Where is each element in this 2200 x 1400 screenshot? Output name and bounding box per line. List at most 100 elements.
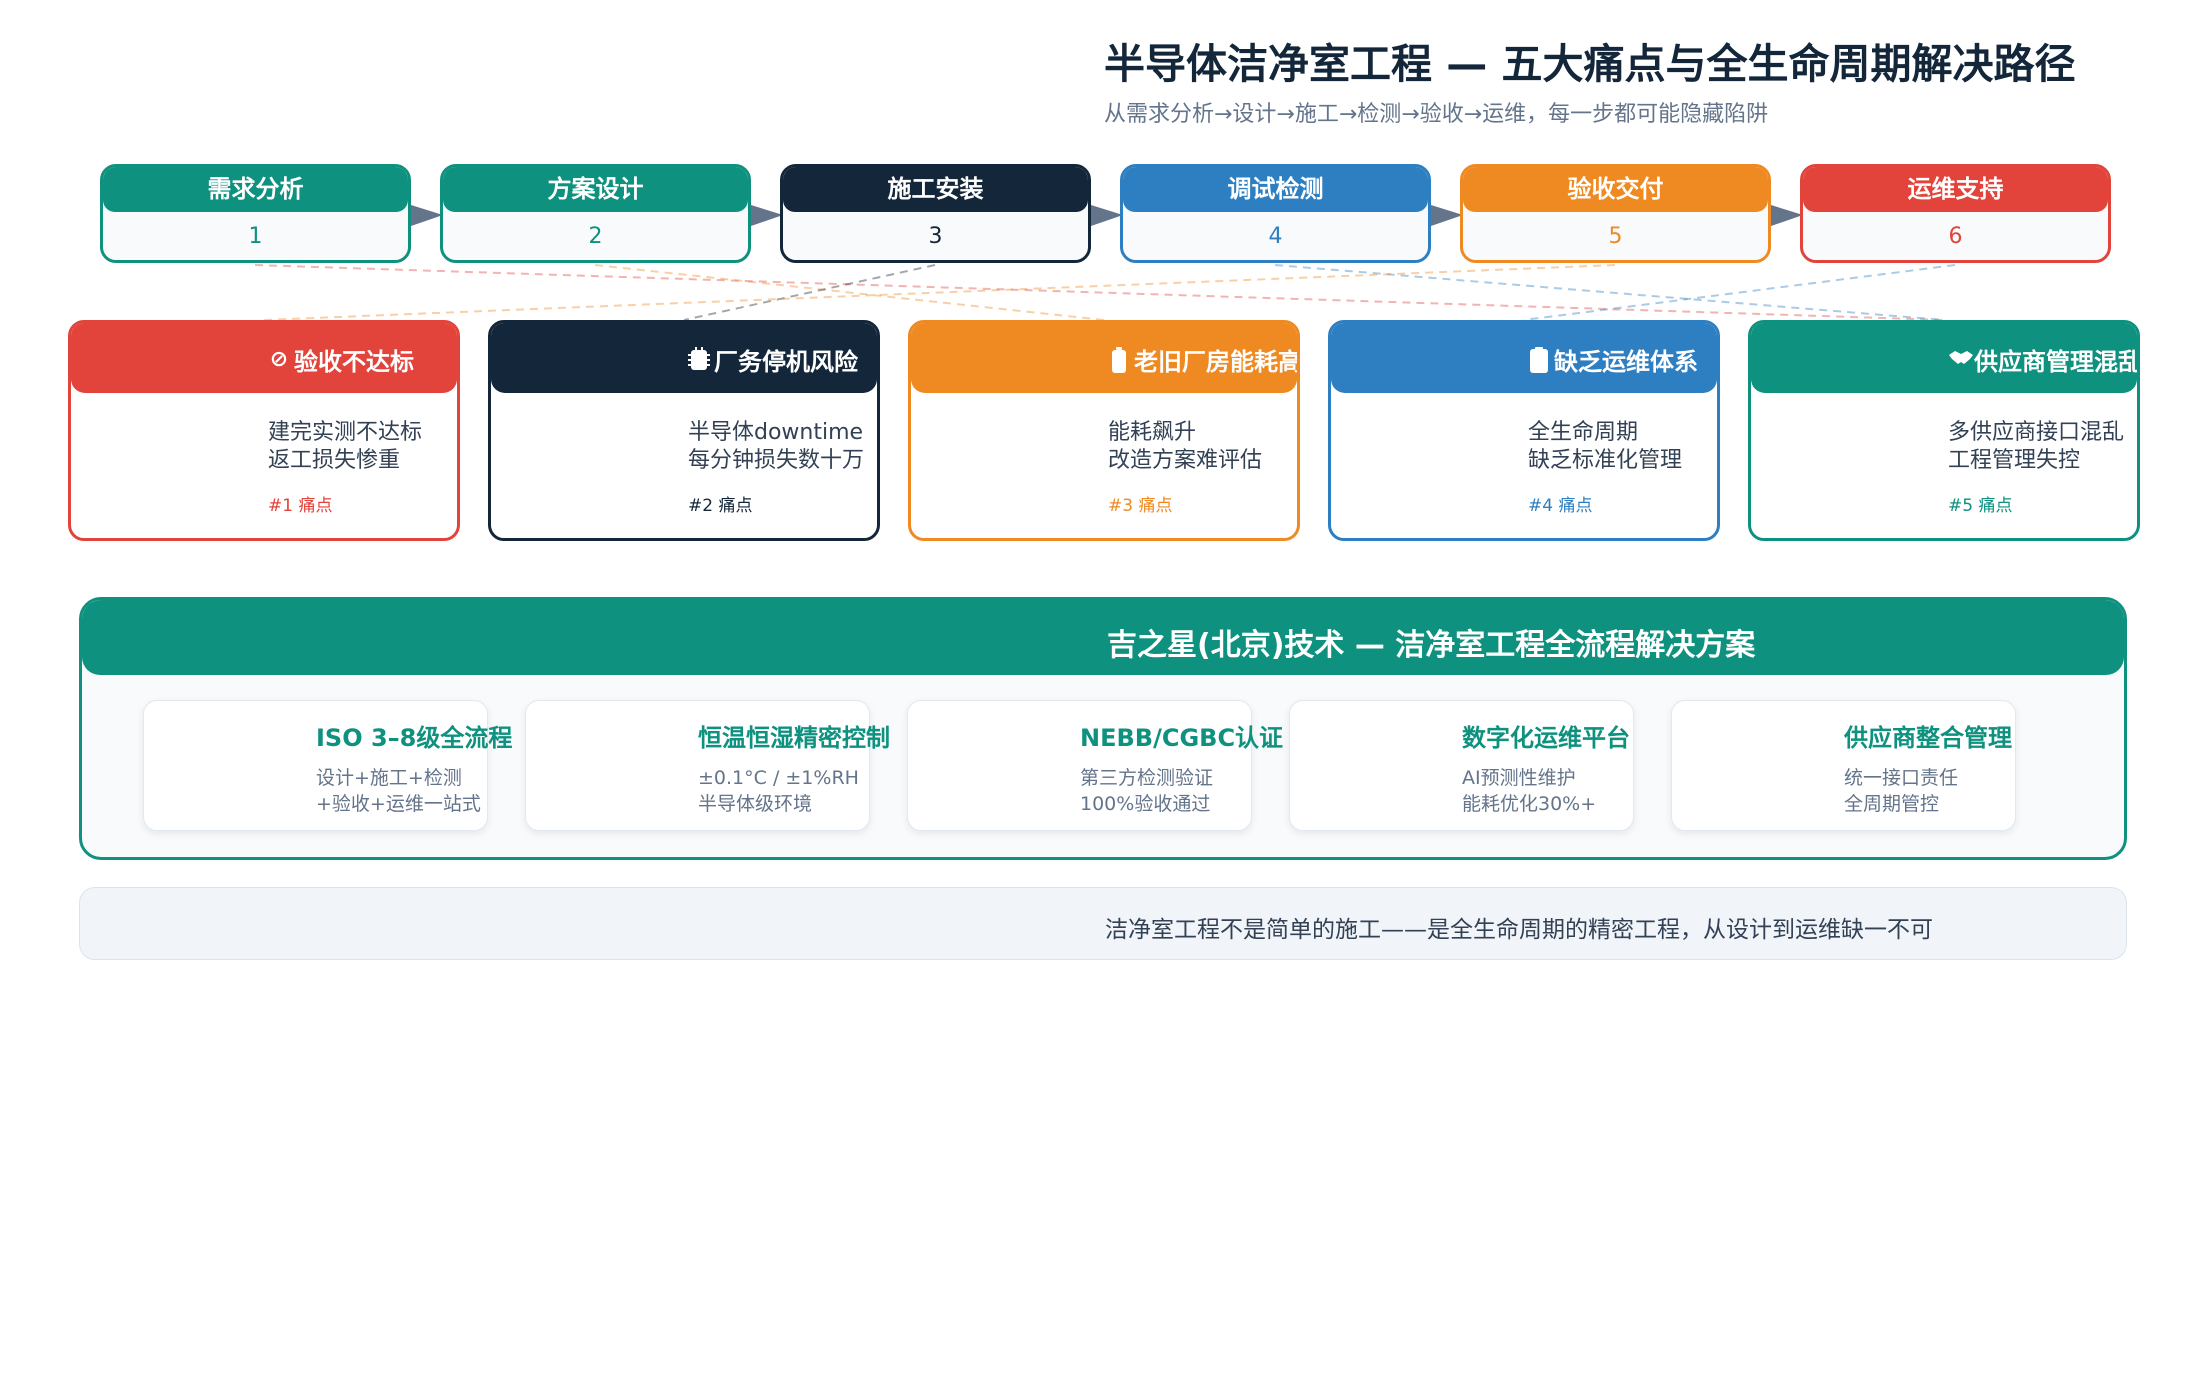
- pain-5-line1: 多供应商接口混乱: [1948, 420, 2125, 445]
- clipboard-icon: [1528, 346, 1550, 373]
- pain-1-line2: 返工损失惨重: [268, 448, 401, 473]
- solution-card-4-description: AI预测性维护 能耗优化30%+: [1462, 765, 1596, 817]
- step-6-number: 6: [1948, 224, 1963, 249]
- step-6-card: 运维支持 6: [1800, 164, 2111, 263]
- pain-connector-line: [1274, 264, 1945, 321]
- pain-card-4: 缺乏运维体系 全生命周期 缺乏标准化管理 #4 痛点: [1328, 320, 1720, 541]
- pain-1-description: 建完实测不达标 返工损失惨重: [268, 419, 422, 475]
- solution-card-2-description: ±0.1°C / ±1%RH 半导体级环境: [698, 765, 859, 817]
- step-5-card: 验收交付 5: [1460, 164, 1771, 263]
- footer-text: 洁净室工程不是简单的施工——是全生命周期的精密工程，从设计到运维缺一不可: [1105, 917, 1933, 943]
- solution-card-1-line2: +验收+运维一站式: [316, 793, 481, 815]
- step-arrow: [1771, 205, 1803, 226]
- step-arrow: [751, 205, 783, 226]
- pain-connector-line: [263, 264, 1616, 321]
- pain-5-description: 多供应商接口混乱 工程管理失控: [1948, 419, 2124, 475]
- step-3-header: 施工安装: [783, 167, 1088, 212]
- pain-2-description: 半导体downtime 每分钟损失数十万: [688, 419, 864, 475]
- pain-5-line2: 工程管理失控: [1948, 448, 2081, 473]
- pain-3-header: 老旧厂房能耗高: [911, 323, 1297, 393]
- solution-card-3-line2: 100%验收通过: [1080, 793, 1211, 815]
- pain-2-title: 厂务停机风险: [714, 348, 858, 376]
- pain-3-title: 老旧厂房能耗高: [1134, 348, 1300, 376]
- solution-card-4-title: 数字化运维平台: [1462, 724, 1630, 752]
- solution-card-3-description: 第三方检测验证 100%验收通过: [1080, 765, 1213, 817]
- step-6-header: 运维支持: [1803, 167, 2108, 212]
- solution-card-4-line1: AI预测性维护: [1462, 767, 1576, 789]
- solution-card-1: ISO 3–8级全流程 设计+施工+检测 +验收+运维一站式: [143, 700, 512, 831]
- solution-card-5-line1: 统一接口责任: [1844, 767, 1959, 789]
- step-4-number: 4: [1268, 224, 1283, 249]
- solution-card-2-title: 恒温恒湿精密控制: [698, 724, 890, 752]
- solution-card-1-description: 设计+施工+检测 +验收+运维一站式: [316, 765, 481, 817]
- solution-card-1-title: ISO 3–8级全流程: [316, 724, 513, 752]
- handshake-icon: [1948, 347, 1973, 373]
- solution-card-3: NEBB/CGBC认证 第三方检测验证 100%验收通过: [907, 700, 1283, 831]
- solution-title: 吉之星(北京)技术 — 洁净室工程全流程解决方案: [1107, 628, 1756, 663]
- solution-panel: 吉之星(北京)技术 — 洁净室工程全流程解决方案 ISO 3–8级全流程 设计+…: [79, 597, 2127, 860]
- solution-card-3-line1: 第三方检测验证: [1080, 767, 1214, 789]
- step-4-header: 调试检测: [1123, 167, 1428, 212]
- solution-card-2-line1: ±0.1°C / ±1%RH: [698, 767, 859, 789]
- pain-3-line2: 改造方案难评估: [1108, 448, 1263, 473]
- solution-card-1-line1: 设计+施工+检测: [316, 767, 462, 789]
- pain-connector-line: [254, 264, 1945, 321]
- solution-card-4-line2: 能耗优化30%+: [1462, 793, 1597, 815]
- pain-connector-line: [594, 264, 1105, 321]
- solution-card-2: 恒温恒湿精密控制 ±0.1°C / ±1%RH 半导体级环境: [525, 700, 890, 831]
- pain-3-description: 能耗飙升 改造方案难评估: [1108, 419, 1262, 475]
- pain-connector-line: [1523, 264, 1956, 321]
- step-4-card: 调试检测 4: [1120, 164, 1431, 263]
- pain-5-title: 供应商管理混乱: [1974, 348, 2140, 376]
- step-1-number: 1: [248, 224, 263, 249]
- pain-2-header: 厂务停机风险: [491, 323, 877, 393]
- pain-1-header: ⊘ 验收不达标: [71, 323, 457, 393]
- pain-connector-line: [683, 264, 936, 321]
- pain-1-title: 验收不达标: [294, 348, 414, 376]
- step-5-number: 5: [1608, 224, 1623, 249]
- pain-card-5: 供应商管理混乱 多供应商接口混乱 工程管理失控 #5 痛点: [1748, 320, 2140, 541]
- step-2-number: 2: [588, 224, 603, 249]
- step-arrow: [1091, 205, 1123, 226]
- step-2-card: 方案设计 2: [440, 164, 751, 263]
- pain-5-header: 供应商管理混乱: [1751, 323, 2137, 393]
- pain-5-tag: #5 痛点: [1948, 496, 2013, 516]
- battery-icon: [1108, 346, 1130, 373]
- pain-4-tag: #4 痛点: [1528, 496, 1593, 516]
- pain-2-line2: 每分钟损失数十万: [688, 448, 865, 473]
- step-5-header: 验收交付: [1463, 167, 1768, 212]
- step-3-number: 3: [928, 224, 943, 249]
- pain-2-tag: #2 痛点: [688, 496, 753, 516]
- step-arrow: [411, 205, 443, 226]
- pain-2-line1: 半导体downtime: [688, 420, 864, 445]
- solution-card-5: 供应商整合管理 统一接口责任 全周期管控: [1671, 700, 2016, 831]
- pain-4-title: 缺乏运维体系: [1554, 348, 1698, 376]
- solution-header: 吉之星(北京)技术 — 洁净室工程全流程解决方案: [82, 600, 2124, 675]
- step-2-header: 方案设计: [443, 167, 748, 212]
- pain-4-description: 全生命周期 缺乏标准化管理: [1528, 419, 1682, 475]
- pain-1-tag: #1 痛点: [268, 496, 333, 516]
- pain-4-line2: 缺乏标准化管理: [1528, 448, 1683, 473]
- pain-4-line1: 全生命周期: [1528, 420, 1639, 445]
- prohibit-icon: ⊘: [269, 346, 289, 372]
- solution-card-5-description: 统一接口责任 全周期管控: [1844, 765, 1958, 817]
- solution-card-5-line2: 全周期管控: [1844, 793, 1940, 815]
- pain-card-1: ⊘ 验收不达标 建完实测不达标 返工损失惨重 #1 痛点: [68, 320, 460, 541]
- footer-banner: 洁净室工程不是简单的施工——是全生命周期的精密工程，从设计到运维缺一不可: [79, 887, 2127, 960]
- pain-4-header: 缺乏运维体系: [1331, 323, 1717, 393]
- pain-3-tag: #3 痛点: [1108, 496, 1173, 516]
- solution-card-2-line2: 半导体级环境: [698, 793, 813, 815]
- step-arrow: [1431, 205, 1463, 226]
- step-1-header: 需求分析: [103, 167, 408, 212]
- pain-3-line1: 能耗飙升: [1108, 420, 1197, 445]
- chip-icon: [688, 346, 710, 373]
- pain-connectors: [254, 264, 1956, 321]
- step-3-card: 施工安装 3: [780, 164, 1091, 263]
- pain-card-3: 老旧厂房能耗高 能耗飙升 改造方案难评估 #3 痛点: [908, 320, 1300, 541]
- solution-card-5-title: 供应商整合管理: [1844, 724, 2012, 752]
- pain-1-line1: 建完实测不达标: [268, 420, 423, 445]
- solution-card-3-title: NEBB/CGBC认证: [1080, 724, 1284, 752]
- step-1-card: 需求分析 1: [100, 164, 411, 263]
- pain-card-2: 厂务停机风险 半导体downtime 每分钟损失数十万 #2 痛点: [488, 320, 880, 541]
- solution-card-4: 数字化运维平台 AI预测性维护 能耗优化30%+: [1289, 700, 1634, 831]
